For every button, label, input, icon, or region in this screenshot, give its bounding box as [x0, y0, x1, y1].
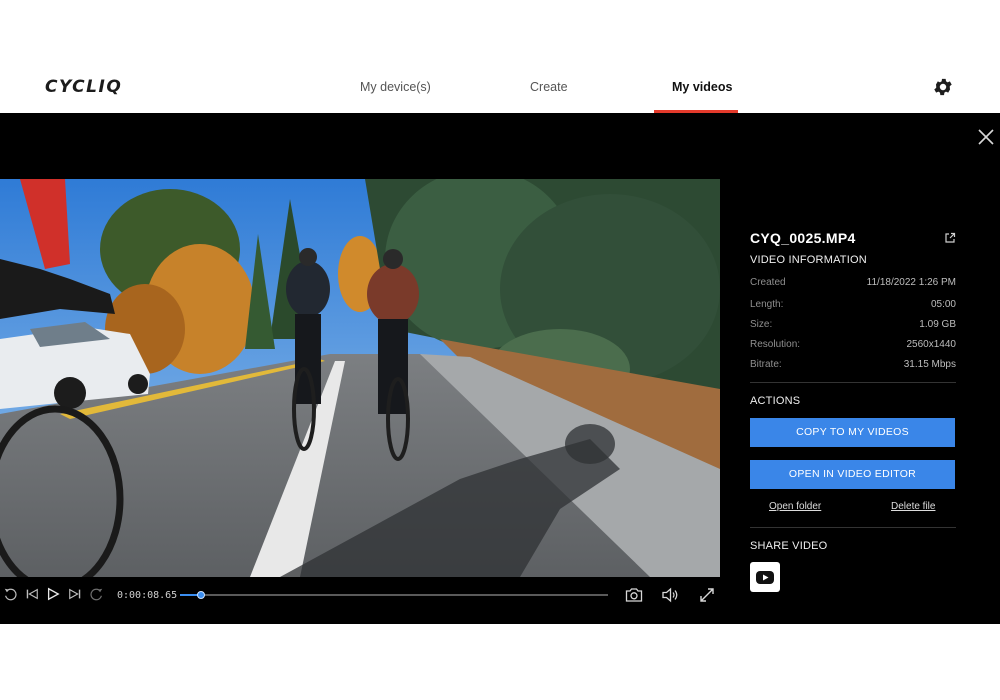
- file-name: CYQ_0025.MP4: [750, 230, 856, 246]
- forward-icon[interactable]: [90, 587, 104, 601]
- info-row-length: Length: 05:00: [750, 299, 956, 310]
- info-value: 2560x1440: [906, 339, 957, 350]
- info-row-resolution: Resolution: 2560x1440: [750, 339, 956, 350]
- info-row-bitrate: Bitrate: 31.15 Mbps: [750, 359, 956, 370]
- app-header: CYCLIQ My device(s) Create My videos: [0, 0, 1000, 113]
- info-label: Size:: [750, 319, 773, 330]
- info-label: Length:: [750, 299, 784, 310]
- close-icon[interactable]: [976, 127, 996, 147]
- seek-bar[interactable]: [180, 591, 608, 599]
- replay-icon[interactable]: [3, 587, 17, 601]
- video-thumbnail: [0, 179, 720, 577]
- external-link-icon[interactable]: [944, 232, 956, 244]
- gear-icon[interactable]: [932, 76, 954, 98]
- skip-back-icon[interactable]: [25, 587, 39, 601]
- open-in-video-editor-button[interactable]: OPEN IN VIDEO EDITOR: [750, 460, 955, 489]
- open-folder-link[interactable]: Open folder: [769, 501, 821, 512]
- volume-icon[interactable]: [662, 587, 679, 603]
- actions-heading: ACTIONS: [750, 395, 801, 407]
- divider: [750, 527, 956, 528]
- youtube-share-button[interactable]: [750, 562, 780, 592]
- fullscreen-icon[interactable]: [699, 587, 715, 603]
- nav-create[interactable]: Create: [530, 80, 568, 94]
- info-row-size: Size: 1.09 GB: [750, 319, 956, 330]
- info-label: Resolution:: [750, 339, 801, 350]
- info-value: 1.09 GB: [919, 319, 956, 330]
- info-label: Created: [750, 277, 786, 288]
- youtube-icon: [756, 571, 774, 584]
- info-value: 05:00: [930, 299, 956, 310]
- cycliq-logo[interactable]: CYCLIQ: [45, 77, 122, 97]
- info-value: 31.15 Mbps: [903, 359, 956, 370]
- video-frame[interactable]: [0, 179, 720, 577]
- nav-my-devices[interactable]: My device(s): [360, 80, 431, 94]
- skip-forward-icon[interactable]: [68, 587, 82, 601]
- camera-icon[interactable]: [625, 587, 643, 603]
- copy-to-my-videos-button[interactable]: COPY TO MY VIDEOS: [750, 418, 955, 447]
- share-video-heading: SHARE VIDEO: [750, 540, 828, 552]
- info-label: Bitrate:: [750, 359, 782, 370]
- video-timecode: 0:00:08.65: [117, 590, 178, 601]
- info-value: 11/18/2022 1:26 PM: [866, 277, 956, 288]
- video-information-heading: VIDEO INFORMATION: [750, 254, 867, 266]
- divider: [750, 382, 956, 383]
- info-row-created: Created 11/18/2022 1:26 PM: [750, 277, 956, 288]
- play-icon[interactable]: [46, 587, 60, 601]
- nav-my-videos[interactable]: My videos: [672, 80, 732, 94]
- delete-file-link[interactable]: Delete file: [891, 501, 935, 512]
